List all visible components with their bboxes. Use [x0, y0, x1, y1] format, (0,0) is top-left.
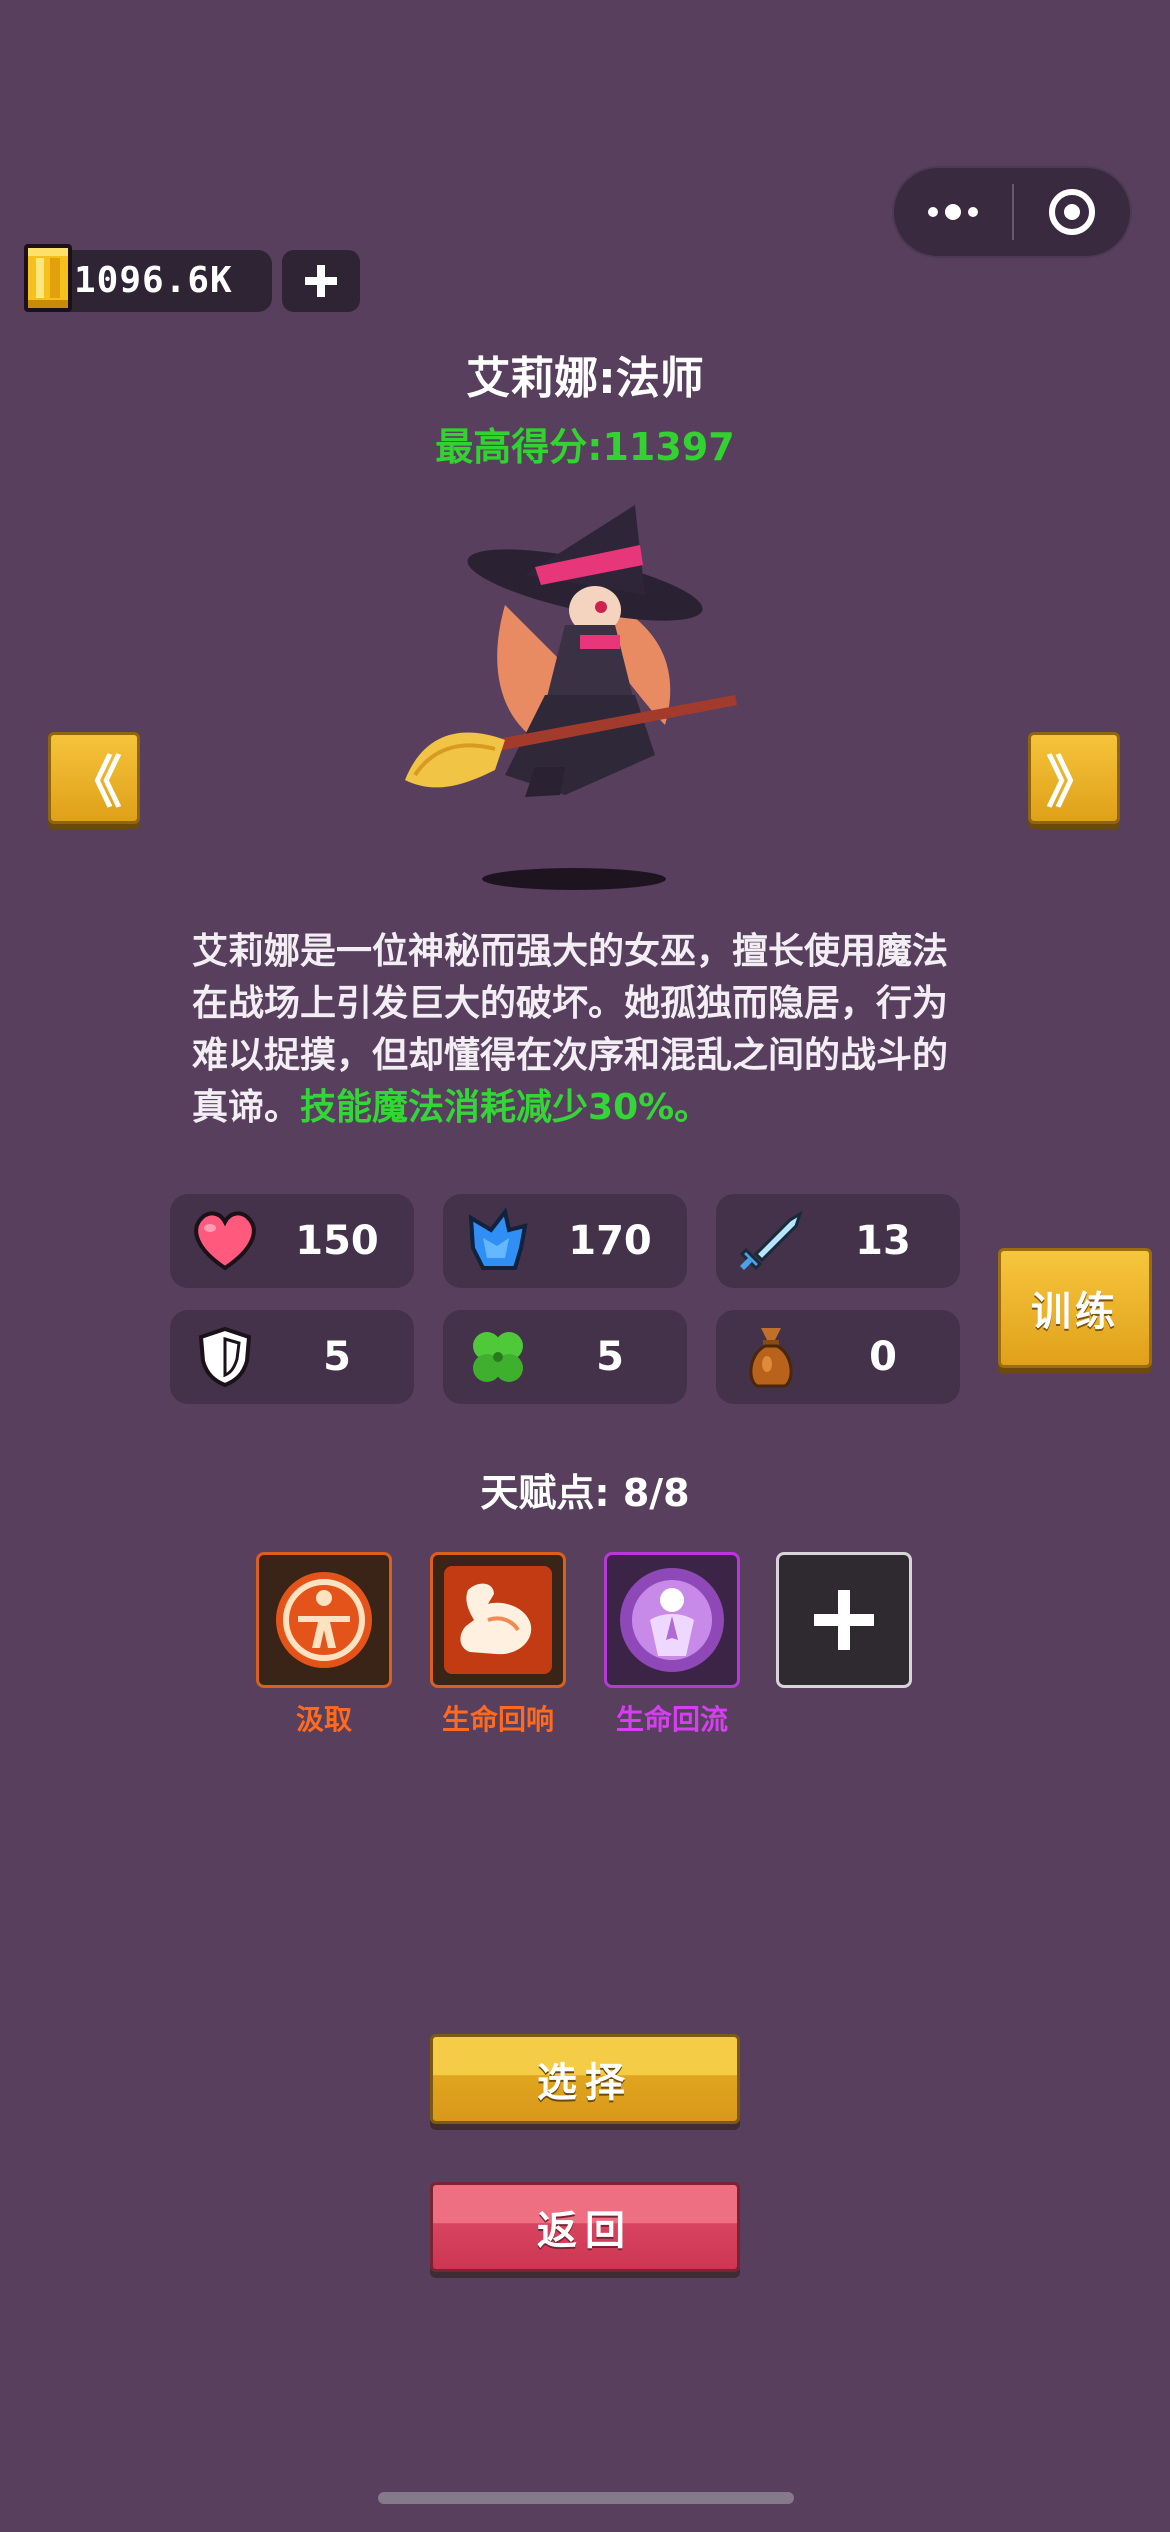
- character-name: 艾莉娜:法师: [466, 353, 704, 404]
- sword-icon: [739, 1210, 803, 1271]
- more-menu-button[interactable]: [894, 204, 1012, 220]
- witch-character-portrait: [405, 505, 737, 797]
- coin-amount: 1096.6K: [74, 260, 233, 301]
- plus-icon: [305, 265, 337, 297]
- miniprogram-capsule: [892, 166, 1132, 258]
- target-icon: [1049, 189, 1095, 235]
- stat-attack-value: 13: [855, 1218, 911, 1264]
- next-character-button[interactable]: 》: [1028, 732, 1120, 824]
- talent-label-2: 生命回响: [441, 1703, 554, 1736]
- stat-luck: 5: [443, 1310, 687, 1404]
- character-description: 艾莉娜是一位神秘而强大的女巫，擅长使用魔法在战场上引发巨大的破坏。她孤独而隐居，…: [192, 926, 972, 1134]
- stat-mana-value: 170: [568, 1218, 652, 1264]
- stat-health-value: 150: [295, 1218, 379, 1264]
- character-shadow: [482, 868, 666, 890]
- best-score: 最高得分:11397: [435, 425, 735, 469]
- stat-health: 150: [170, 1194, 414, 1288]
- back-button[interactable]: 返回: [430, 2182, 740, 2272]
- prev-arrow-icon: 《: [66, 750, 122, 816]
- talent-label-1: 汲取: [295, 1703, 352, 1736]
- next-arrow-icon: 》: [1046, 750, 1102, 816]
- stat-attack: 13: [716, 1194, 960, 1288]
- select-button-label: 选择: [537, 2060, 633, 2106]
- plus-icon: [814, 1590, 874, 1650]
- heart-icon: [194, 1211, 256, 1271]
- train-button[interactable]: 训练: [998, 1248, 1152, 1368]
- talent-slot-3[interactable]: [604, 1552, 740, 1688]
- vitruvian-icon: [276, 1572, 372, 1668]
- skill-bonus-text: 技能魔法消耗减少30%。: [300, 1087, 711, 1128]
- home-indicator[interactable]: [378, 2492, 794, 2504]
- talent-label-3: 生命回流: [615, 1703, 728, 1736]
- talent-points: 天赋点: 8/8: [480, 1471, 690, 1515]
- stat-defense: 5: [170, 1310, 414, 1404]
- train-button-label: 训练: [1031, 1289, 1119, 1335]
- close-miniprogram-button[interactable]: [1014, 189, 1130, 235]
- praying-angel-icon: [620, 1568, 724, 1672]
- stat-loot: 0: [716, 1310, 960, 1404]
- talent-slot-1[interactable]: [256, 1552, 392, 1688]
- prev-character-button[interactable]: 《: [48, 732, 140, 824]
- stat-mana: 170: [443, 1194, 687, 1288]
- add-coin-button[interactable]: [282, 250, 360, 312]
- talent-slot-2[interactable]: [430, 1552, 566, 1688]
- stat-defense-value: 5: [323, 1334, 351, 1380]
- money-bag-icon: [749, 1328, 793, 1388]
- select-button[interactable]: 选择: [430, 2034, 740, 2124]
- gold-coin-icon: [24, 244, 72, 312]
- mana-crystal-icon: [468, 1208, 528, 1270]
- shield-icon: [198, 1326, 252, 1388]
- stat-loot-value: 0: [869, 1334, 897, 1380]
- add-talent-button[interactable]: [776, 1552, 912, 1688]
- stat-luck-value: 5: [596, 1334, 624, 1380]
- clover-icon: [473, 1332, 523, 1382]
- back-button-label: 返回: [537, 2208, 633, 2254]
- muscle-arm-icon: [444, 1566, 552, 1674]
